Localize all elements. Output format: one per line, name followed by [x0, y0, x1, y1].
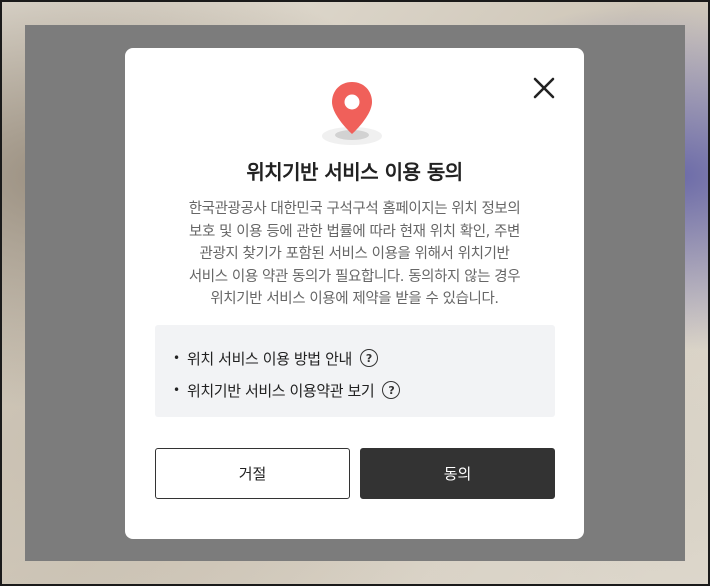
description-line: 위치기반 서비스 이용에 제약을 받을 수 있습니다. [210, 291, 499, 307]
link-location-terms[interactable]: • 위치기반 서비스 이용약관 보기 ? [173, 374, 555, 406]
info-links-box: • 위치 서비스 이용 방법 안내 ? • 위치기반 서비스 이용약관 보기 ? [155, 325, 555, 417]
dialog-description: 한국관광공사 대한민국 구석구석 홈페이지는 위치 정보의 보호 및 이용 등에… [149, 198, 560, 311]
location-pin-icon [320, 78, 384, 148]
description-line: 보호 및 이용 등에 관한 법률에 따라 현재 위치 확인, 주변 [189, 223, 520, 240]
close-button[interactable] [531, 75, 557, 101]
description-line: 관광지 찾기가 포함된 서비스 이용을 위해서 위치기반 [199, 246, 510, 262]
description-line: 한국관광공사 대한민국 구석구석 홈페이지는 위치 정보의 [188, 201, 521, 217]
link-label[interactable]: 위치 서비스 이용 방법 안내 [187, 348, 352, 369]
agree-button[interactable]: 동의 [360, 448, 555, 499]
bullet: • [173, 351, 180, 365]
dialog-title: 위치기반 서비스 이용 동의 [246, 160, 463, 184]
close-icon [533, 77, 555, 99]
link-label[interactable]: 위치기반 서비스 이용약관 보기 [187, 380, 375, 401]
location-consent-dialog: 위치기반 서비스 이용 동의 한국관광공사 대한민국 구석구석 홈페이지는 위치… [125, 48, 584, 539]
link-location-service-guide[interactable]: • 위치 서비스 이용 방법 안내 ? [173, 342, 555, 374]
description-line: 서비스 이용 약관 동의가 필요합니다. 동의하지 않는 경우 [188, 268, 521, 285]
help-icon[interactable]: ? [382, 381, 401, 399]
bullet: • [173, 383, 180, 397]
help-icon[interactable]: ? [359, 349, 378, 367]
reject-button[interactable]: 거절 [155, 448, 350, 499]
